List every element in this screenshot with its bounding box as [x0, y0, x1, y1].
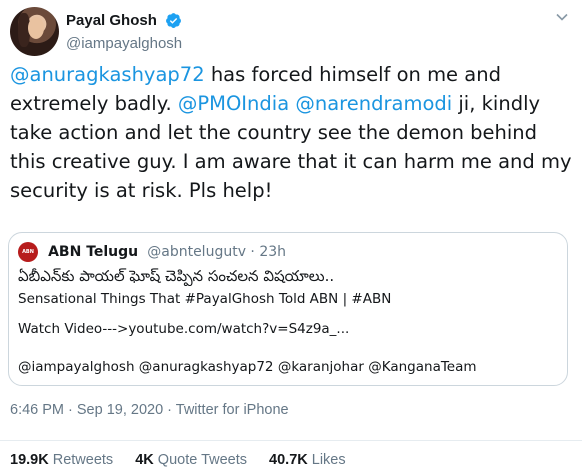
- avatar-face: [28, 17, 44, 39]
- mention-link[interactable]: @narendramodi: [295, 92, 452, 115]
- tweet-timestamp[interactable]: 6:46 PM · Sep 19, 2020 · Twitter for iPh…: [10, 402, 289, 418]
- tweet-header: Payal Ghosh @iampayalghosh: [10, 7, 572, 59]
- quoted-tweet-header: ABN ABN Telugu @abntelugutv · 23h: [18, 241, 287, 262]
- quoted-display-name: ABN Telugu: [48, 243, 139, 260]
- mention-link[interactable]: @anuragkashyap72: [10, 63, 205, 86]
- quoted-text-mentions: @iampayalghosh @anuragkashyap72 @karanjo…: [18, 359, 477, 375]
- retweets-count: 19.9K: [10, 452, 49, 468]
- quoted-tweet-card[interactable]: ABN ABN Telugu @abntelugutv · 23h ఏబీఎన్…: [8, 232, 568, 386]
- tweet-text: @anuragkashyap72 has forced himself on m…: [10, 60, 575, 205]
- engagement-stats: 19.9K Retweets 4K Quote Tweets 40.7K Lik…: [10, 452, 364, 468]
- quoted-text-headline: Sensational Things That #PayalGhosh Told…: [18, 291, 392, 307]
- quoted-avatar: ABN: [18, 241, 38, 262]
- likes-stat[interactable]: 40.7K Likes: [269, 452, 346, 468]
- mention-link[interactable]: @PMOIndia: [178, 92, 289, 115]
- quoted-text-telugu: ఏబీఎన్‌కు పాయల్ ఘోష్ చెప్పిన సంచలన విషయా…: [18, 267, 335, 285]
- quoted-text-link: Watch Video--->youtube.com/watch?v=S4z9a…: [18, 321, 350, 337]
- author-block[interactable]: Payal Ghosh @iampayalghosh: [66, 10, 182, 52]
- verified-badge-icon: [166, 13, 181, 28]
- retweets-label: Retweets: [52, 452, 114, 468]
- quote-tweets-count: 4K: [135, 452, 154, 468]
- display-name[interactable]: Payal Ghosh: [66, 12, 157, 29]
- quote-tweets-stat[interactable]: 4K Quote Tweets: [135, 452, 247, 468]
- likes-count: 40.7K: [269, 452, 308, 468]
- likes-label: Likes: [311, 452, 346, 468]
- retweets-stat[interactable]: 19.9K Retweets: [10, 452, 113, 468]
- divider: [0, 440, 582, 441]
- quote-tweets-label: Quote Tweets: [157, 452, 247, 468]
- avatar[interactable]: [10, 7, 59, 56]
- quoted-handle-time: @abntelugutv · 23h: [147, 243, 287, 260]
- chevron-down-icon[interactable]: [554, 9, 570, 25]
- author-handle[interactable]: @iampayalghosh: [66, 35, 182, 52]
